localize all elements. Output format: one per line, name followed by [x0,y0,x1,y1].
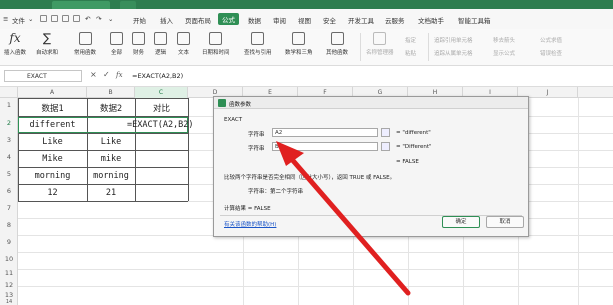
arrow-head [276,141,304,166]
arrow-shaft [286,153,411,296]
red-pointer-arrow-overlay [276,141,411,296]
